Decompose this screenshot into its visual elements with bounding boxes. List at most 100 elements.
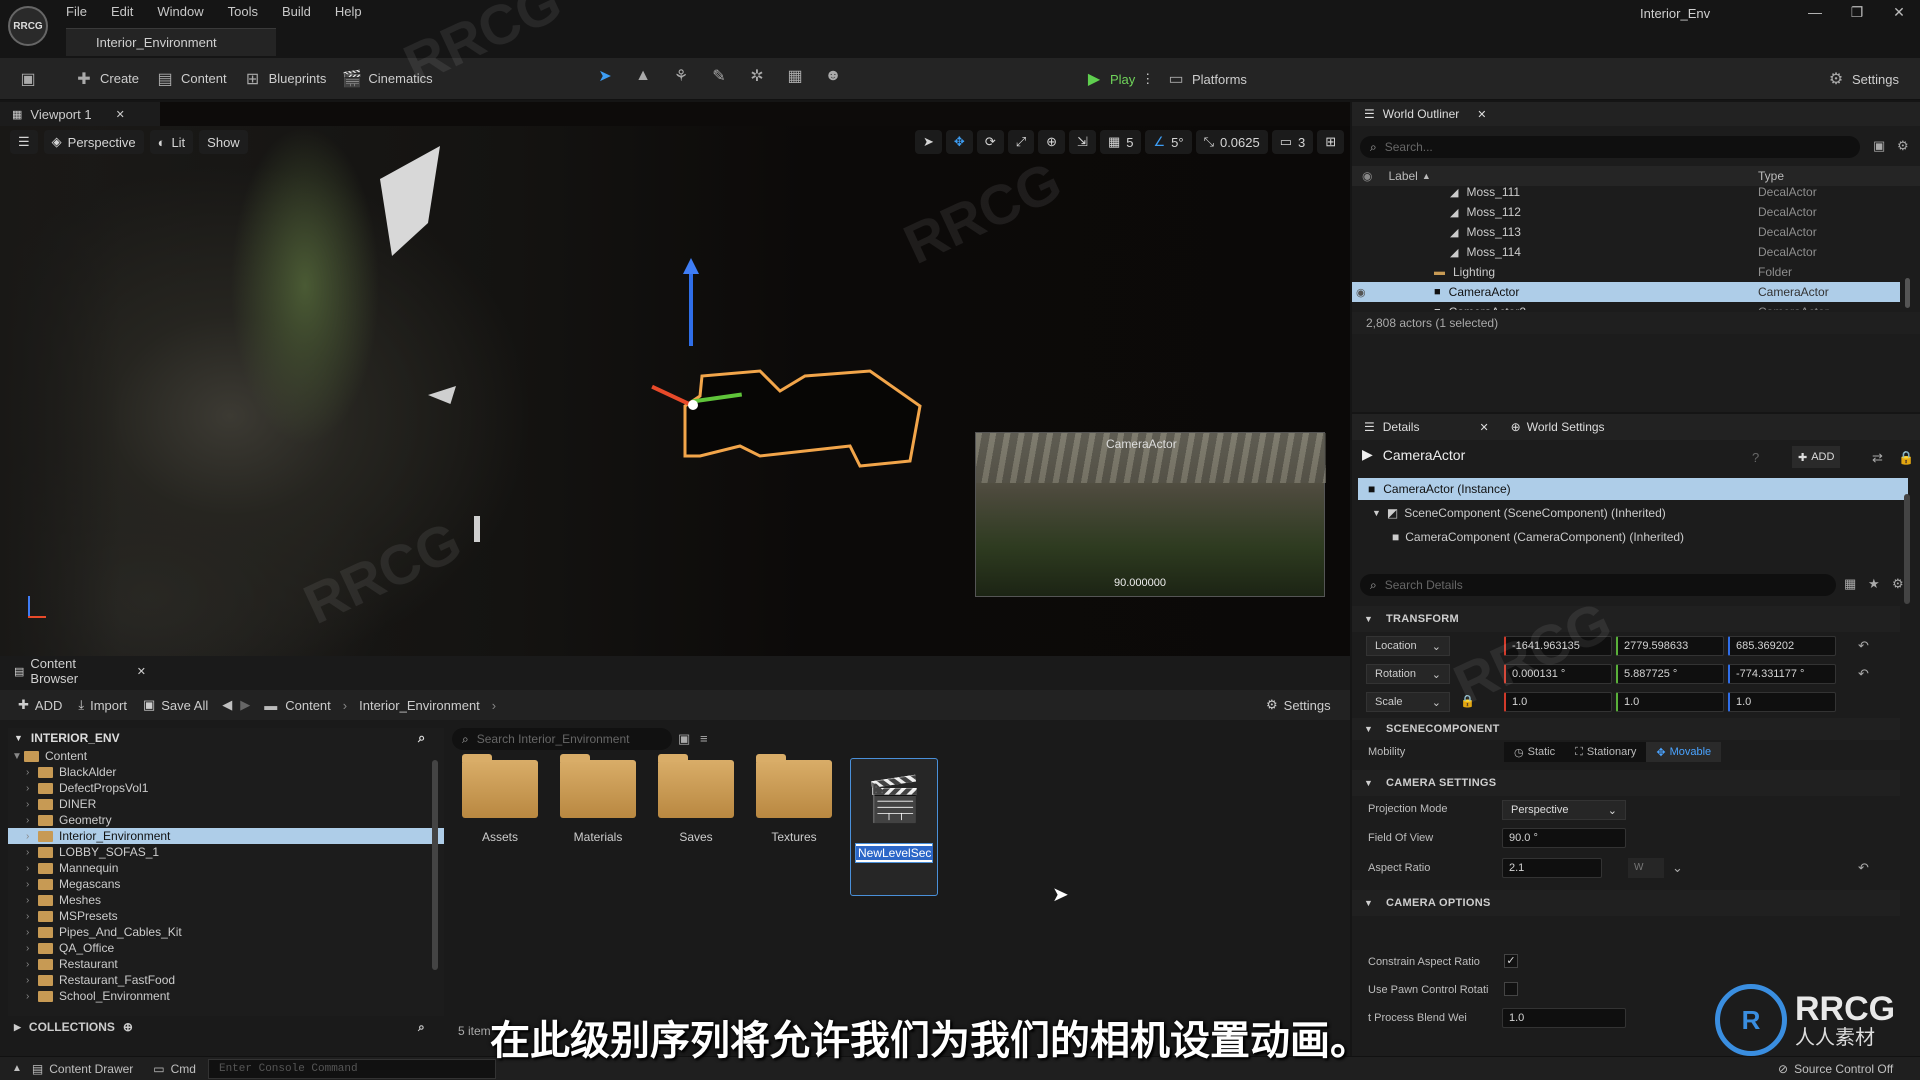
expand-icon[interactable]: › xyxy=(26,943,38,954)
translate-tool-button[interactable]: ✥ xyxy=(945,130,973,154)
content-settings-button[interactable]: ⚙ Settings xyxy=(1258,690,1339,720)
forward-icon[interactable]: ▶ xyxy=(240,697,250,713)
expand-icon[interactable]: › xyxy=(26,863,38,874)
platforms-button[interactable]: ▭ Platforms xyxy=(1158,64,1255,94)
fov-input[interactable]: 90.0 ° xyxy=(1502,828,1626,848)
scene-component-row[interactable]: ▼ ◩ SceneComponent (SceneComponent) (Inh… xyxy=(1372,506,1666,520)
import-button[interactable]: ⤓ Import xyxy=(70,690,135,720)
expand-icon[interactable]: › xyxy=(26,847,38,858)
outliner-row[interactable]: ◢ Moss_112 DecalActor xyxy=(1352,202,1900,222)
expand-icon[interactable]: › xyxy=(26,975,38,986)
show-button[interactable]: Show xyxy=(199,130,248,154)
expand-icon[interactable]: › xyxy=(26,879,38,890)
console-input[interactable]: Enter Console Command xyxy=(207,1058,496,1079)
tree-folder-item[interactable]: › QA_Office xyxy=(8,940,444,956)
blend-weight-input[interactable]: 1.0 xyxy=(1502,1008,1626,1028)
asset-folder-assets[interactable]: Assets xyxy=(458,754,542,844)
expand-icon[interactable]: › xyxy=(26,927,38,938)
tree-folder-item[interactable]: › Pipes_And_Cables_Kit xyxy=(8,924,444,940)
landscape-mode-icon[interactable]: ▲ xyxy=(633,66,653,86)
cmd-button[interactable]: ▭ Cmd xyxy=(153,1062,196,1076)
content-button[interactable]: ▤ Content xyxy=(147,64,235,94)
expand-icon[interactable]: › xyxy=(26,991,38,1002)
tree-root[interactable]: ▼ INTERIOR_ENV ⌕ xyxy=(8,728,444,748)
expand-icon[interactable]: › xyxy=(26,911,38,922)
lit-button[interactable]: ◐ Lit xyxy=(149,130,194,154)
play-options-icon[interactable]: ⋮ xyxy=(1141,71,1154,87)
visibility-icon[interactable]: ◉ xyxy=(1362,169,1372,183)
content-add-button[interactable]: ✚ ADD xyxy=(10,690,70,720)
table-view-icon[interactable]: ▦ xyxy=(1844,576,1856,592)
collections-header[interactable]: ▶ COLLECTIONS ⊕ ⌕ xyxy=(8,1016,444,1038)
expand-icon[interactable]: › xyxy=(26,959,38,970)
minimize-icon[interactable]: — xyxy=(1800,4,1830,24)
tree-folder-item[interactable]: › Interior_Environment xyxy=(8,828,444,844)
details-close-icon[interactable]: ✕ xyxy=(1479,421,1488,434)
back-icon[interactable]: ◀ xyxy=(222,697,232,713)
gizmo-z-axis[interactable] xyxy=(689,266,693,346)
location-z-input[interactable]: 685.369202 xyxy=(1728,636,1836,656)
play-button[interactable]: ▶ Play ⋮ xyxy=(1076,64,1162,94)
outliner-row[interactable]: ◢ Moss_111 DecalActor xyxy=(1352,186,1900,202)
stationary-option[interactable]: ⛶ Stationary xyxy=(1565,746,1646,759)
gizmo-pivot[interactable] xyxy=(688,400,698,410)
menu-help[interactable]: Help xyxy=(335,4,362,19)
tree-folder-item[interactable]: › MSPresets xyxy=(8,908,444,924)
label-column[interactable]: Label xyxy=(1388,169,1417,183)
projection-mode-select[interactable]: Perspective ⌄ xyxy=(1502,800,1626,820)
gizmo-z-arrow-icon[interactable] xyxy=(683,258,699,274)
save-all-button[interactable]: ▣ Save All xyxy=(135,690,216,720)
help-icon[interactable]: ? xyxy=(1752,450,1759,465)
fracture-icon[interactable]: ✲ xyxy=(747,66,767,86)
outliner-row[interactable]: ◢ Moss_114 DecalActor xyxy=(1352,242,1900,262)
grid-snap-button[interactable]: ▦ 5 xyxy=(1099,130,1142,154)
settings-button[interactable]: ⚙ Settings xyxy=(1818,64,1907,94)
reset-location-icon[interactable]: ↶ xyxy=(1858,638,1869,654)
type-column[interactable]: Type xyxy=(1758,169,1784,183)
tree-folder-item[interactable]: › Meshes xyxy=(8,892,444,908)
selected-camera-outline[interactable] xyxy=(640,316,930,476)
menu-edit[interactable]: Edit xyxy=(111,4,133,19)
select-mode-icon[interactable]: ➤ xyxy=(595,66,615,86)
layout-button[interactable]: ⊞ xyxy=(1317,130,1345,154)
content-browser-tab[interactable]: ▤ Content Browser ✕ xyxy=(0,656,160,686)
asset-level-sequence[interactable]: 🎬 NewLevelSec xyxy=(850,758,938,896)
camera-settings-section[interactable]: ▼ CAMERA SETTINGS xyxy=(1352,770,1900,796)
animation-mode-icon[interactable]: ☻ xyxy=(823,66,843,86)
tree-folder-item[interactable]: ▼ Content xyxy=(8,748,444,764)
location-y-input[interactable]: 2779.598633 xyxy=(1616,636,1724,656)
scale-tool-button[interactable]: ⤢ xyxy=(1007,130,1035,154)
filter-icon[interactable]: ≡ xyxy=(700,731,708,746)
rename-field[interactable]: NewLevelSec xyxy=(855,843,934,863)
reset-aspect-icon[interactable]: ↶ xyxy=(1858,860,1869,876)
blueprints-button[interactable]: ⊞ Blueprints xyxy=(235,64,335,94)
outliner-tab[interactable]: ☰ World Outliner ✕ xyxy=(1352,102,1920,126)
menu-tools[interactable]: Tools xyxy=(228,4,258,19)
outliner-row[interactable]: ■ CameraActor2 CameraActor xyxy=(1352,302,1900,310)
tree-folder-item[interactable]: › Restaurant_FastFood xyxy=(8,972,444,988)
rotation-y-input[interactable]: 5.887725 ° xyxy=(1616,664,1724,684)
source-control-button[interactable]: ⊘ Source Control Off xyxy=(1778,1062,1893,1076)
camera-speed-button[interactable]: ▭ 3 xyxy=(1271,130,1314,154)
expand-icon[interactable]: › xyxy=(26,783,38,794)
restore-icon[interactable]: ❐ xyxy=(1842,4,1872,24)
scale-x-input[interactable]: 1.0 xyxy=(1504,692,1612,712)
lock-icon[interactable]: 🔒 xyxy=(1898,450,1914,466)
tree-folder-item[interactable]: › Restaurant xyxy=(8,956,444,972)
camera-gizmo-icon[interactable] xyxy=(428,386,456,404)
foliage-mode-icon[interactable]: ⚘ xyxy=(671,66,691,86)
expand-icon[interactable]: › xyxy=(26,831,38,842)
outliner-close-icon[interactable]: ✕ xyxy=(1477,108,1486,121)
visibility-icon[interactable]: ◉ xyxy=(1356,286,1380,299)
outliner-row[interactable]: ◢ Moss_113 DecalActor xyxy=(1352,222,1900,242)
menu-file[interactable]: File xyxy=(66,4,87,19)
outliner-settings-icon[interactable]: ⚙ xyxy=(1897,138,1909,154)
scale-z-input[interactable]: 1.0 xyxy=(1728,692,1836,712)
static-option[interactable]: ◷ Static xyxy=(1504,746,1565,759)
scale-dropdown[interactable]: Scale ⌄ xyxy=(1366,692,1450,712)
asset-search-input[interactable]: ⌕ Search Interior_Environment xyxy=(452,728,672,750)
collections-search-icon[interactable]: ⌕ xyxy=(418,1020,425,1035)
breadcrumb-interior[interactable]: Interior_Environment xyxy=(359,698,480,713)
content-browser-close-icon[interactable]: ✕ xyxy=(137,665,146,678)
camera-component-row[interactable]: ■ CameraComponent (CameraComponent) (Inh… xyxy=(1392,530,1684,544)
